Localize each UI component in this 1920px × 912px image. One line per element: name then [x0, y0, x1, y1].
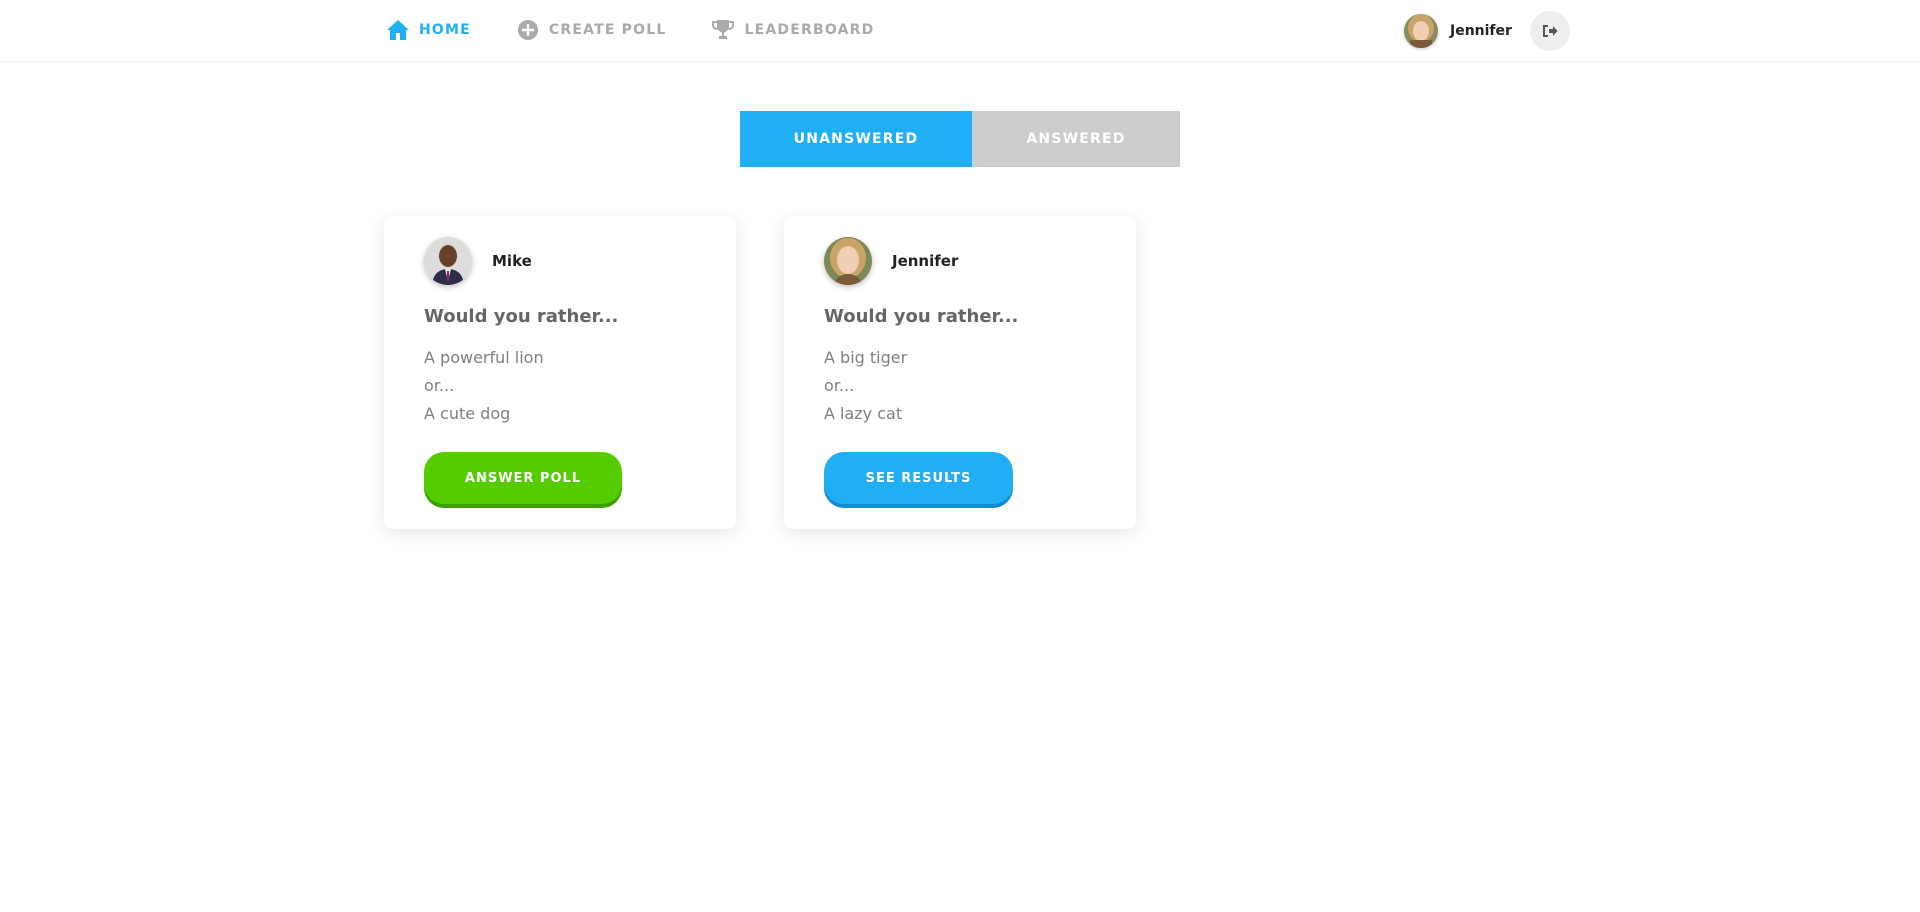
poll-option-one: A powerful lion [424, 348, 544, 367]
poll-card: Jennifer Would you rather... A big tiger… [784, 216, 1136, 529]
nav-leaderboard[interactable]: LEADERBOARD [711, 18, 874, 42]
home-icon [386, 18, 410, 42]
poll-card-header: Mike [424, 237, 532, 285]
poll-option-one: A big tiger [824, 348, 908, 367]
nav-home[interactable]: HOME [386, 18, 471, 42]
tab-unanswered[interactable]: UNANSWERED [740, 111, 972, 167]
nav-create-poll-label: CREATE POLL [548, 22, 667, 38]
answer-poll-button[interactable]: ANSWER POLL [424, 452, 622, 504]
poll-author: Mike [492, 252, 532, 270]
current-user-name: Jennifer [1450, 23, 1512, 39]
poll-card: Mike Would you rather... A powerful lion… [384, 216, 736, 529]
tab-answered[interactable]: ANSWERED [972, 111, 1180, 167]
nav-create-poll[interactable]: CREATE POLL [516, 18, 667, 42]
poll-option-two: A cute dog [424, 404, 511, 423]
poll-separator: or... [424, 376, 455, 395]
see-results-button[interactable]: SEE RESULTS [824, 452, 1013, 504]
poll-separator: or... [824, 376, 855, 395]
avatar [1404, 14, 1438, 48]
user-area: Jennifer [1404, 11, 1570, 51]
trophy-icon [711, 18, 735, 42]
poll-question: Would you rather... [824, 306, 1019, 327]
nav-leaderboard-label: LEADERBOARD [744, 22, 875, 38]
avatar [424, 237, 472, 285]
nav-home-label: HOME [419, 22, 471, 38]
top-navbar: HOME CREATE POLL LEADERBOARD Jennifer [0, 0, 1920, 62]
poll-card-header: Jennifer [824, 237, 958, 285]
logout-icon [1542, 24, 1558, 38]
poll-options: A big tiger or... A lazy cat [824, 344, 907, 428]
poll-tabs: UNANSWERED ANSWERED [740, 111, 1180, 167]
poll-options: A powerful lion or... A cute dog [424, 344, 544, 428]
avatar [824, 237, 872, 285]
main-nav: HOME CREATE POLL LEADERBOARD [386, 0, 919, 60]
poll-author: Jennifer [892, 252, 959, 270]
plus-circle-icon [516, 18, 540, 42]
poll-question: Would you rather... [424, 306, 619, 327]
logout-button[interactable] [1529, 11, 1570, 51]
poll-option-two: A lazy cat [824, 404, 903, 423]
